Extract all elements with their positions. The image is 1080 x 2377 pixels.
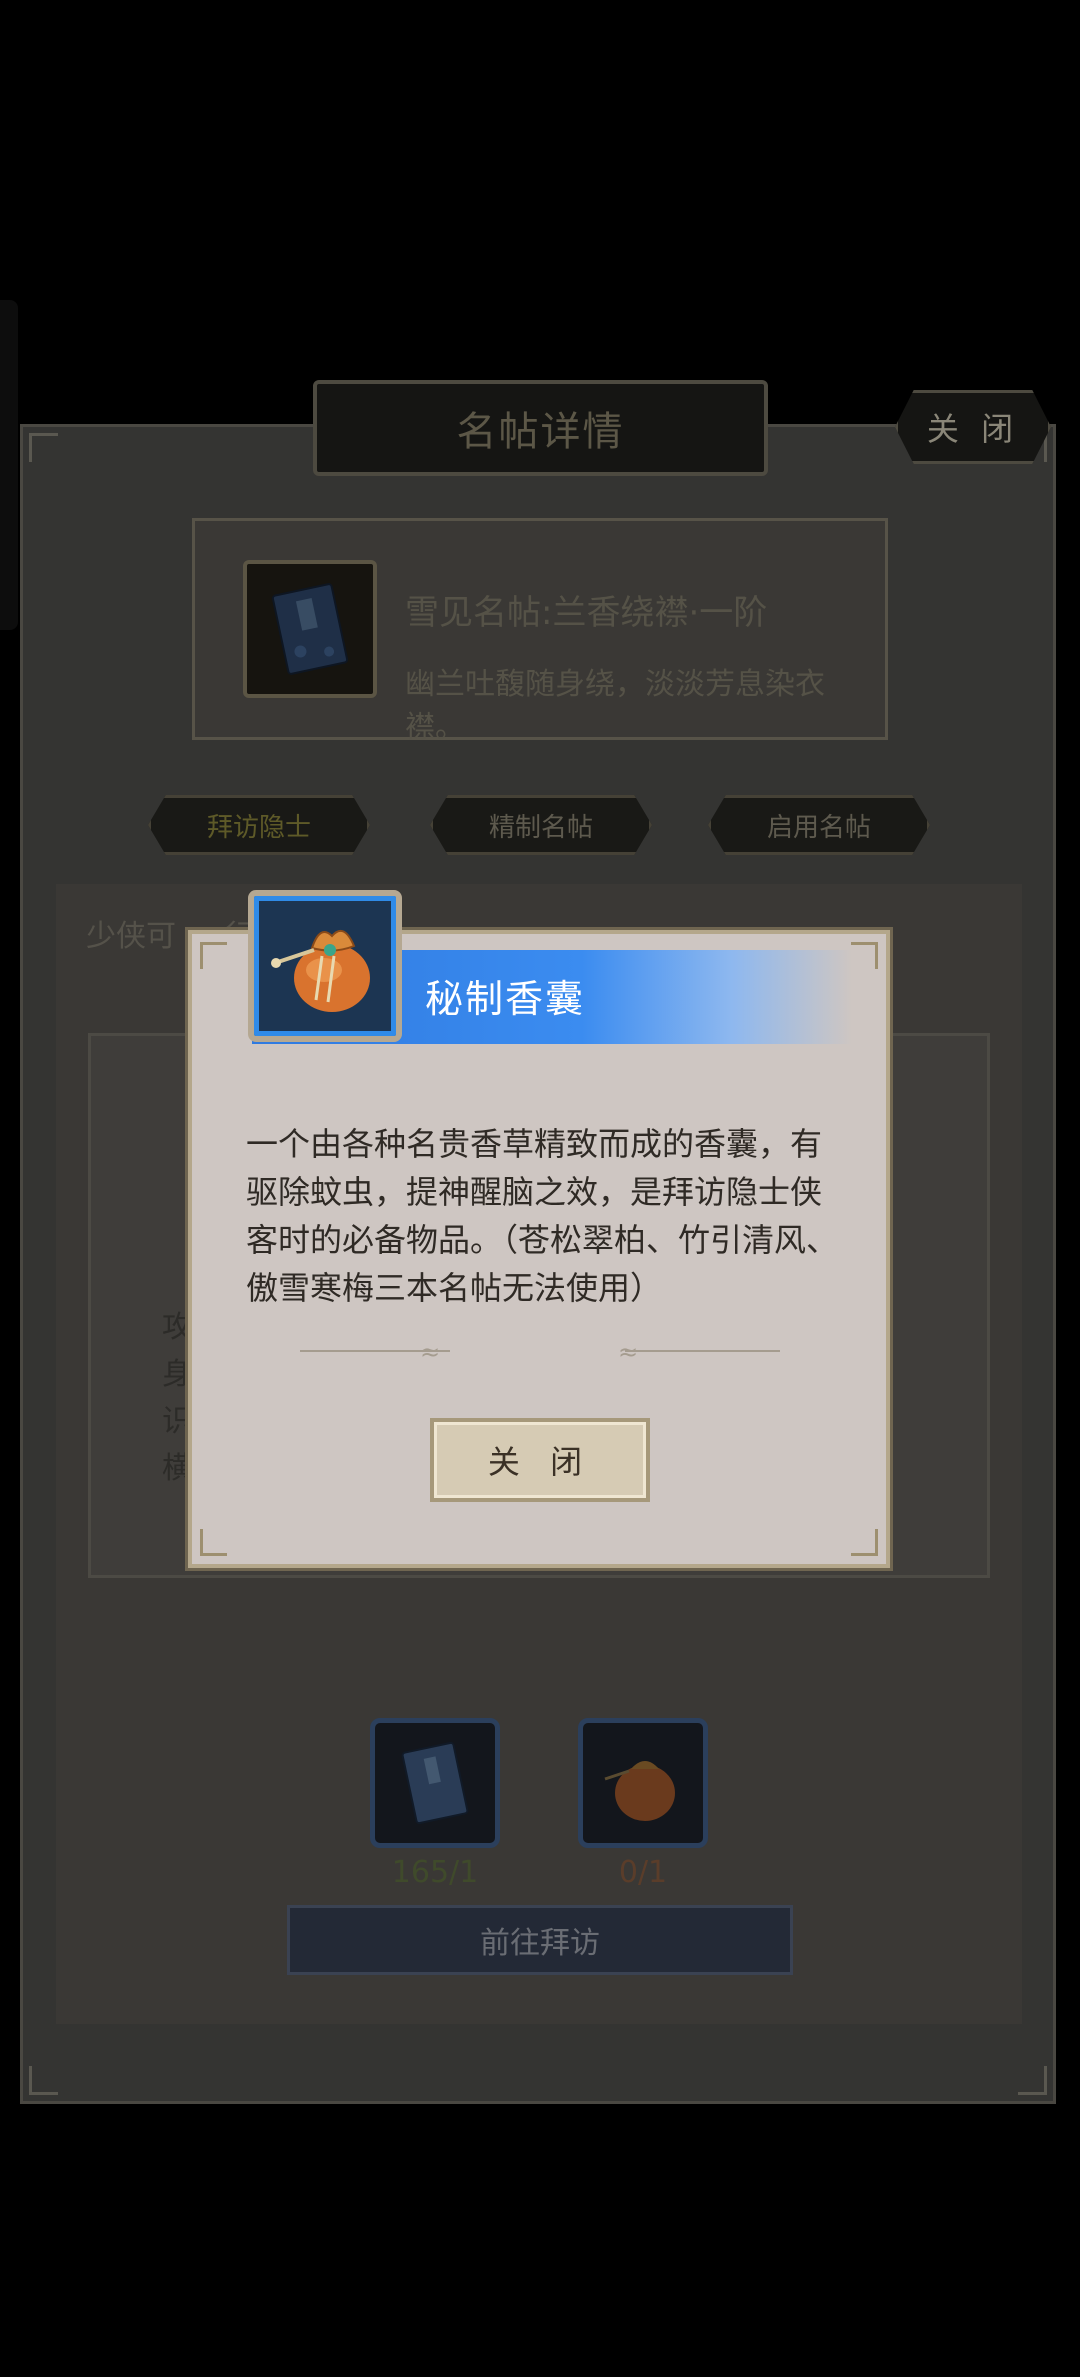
card-icon bbox=[243, 560, 377, 698]
popup-description: 一个由各种名贵香草精致而成的香囊，有驱除蚊虫，提神醒脑之效，是拜访隐士侠客时的必… bbox=[246, 1125, 839, 1307]
go-visit-button[interactable]: 前往拜访 bbox=[287, 1905, 793, 1975]
card-book-icon bbox=[271, 583, 349, 675]
sachet-icon bbox=[604, 1761, 675, 1821]
panel-close-button[interactable]: 关 闭 bbox=[895, 390, 1051, 464]
popup-title: 秘制香囊 bbox=[425, 977, 586, 1021]
divider-curl-left: ≈ bbox=[420, 1338, 441, 1366]
card-book-icon bbox=[401, 1741, 469, 1825]
tab-visit-hermit[interactable]: 拜访隐士 bbox=[148, 795, 370, 855]
required-item-card-slot[interactable] bbox=[370, 1718, 500, 1848]
tab-enable-card[interactable]: 启用名帖 bbox=[708, 795, 930, 855]
go-visit-label: 前往拜访 bbox=[480, 1926, 600, 1961]
popup-close-label: 关 闭 bbox=[487, 1443, 593, 1481]
sachet-icon bbox=[271, 929, 370, 1012]
card-description: 幽兰吐馥随身绕，淡淡芳息染衣襟。 bbox=[405, 620, 865, 749]
panel-close-label: 关 闭 bbox=[926, 410, 1020, 448]
panel-title-text: 名帖详情 bbox=[456, 409, 625, 455]
divider-right bbox=[625, 1350, 780, 1352]
card-description-text: 幽兰吐馥随身绕，淡淡芳息染衣襟。 bbox=[405, 667, 825, 745]
screen-edge bbox=[0, 300, 18, 630]
tab-refine-card-label: 精制名帖 bbox=[488, 812, 593, 843]
popup-close-button[interactable]: 关 闭 bbox=[430, 1418, 650, 1502]
panel-title: 名帖详情 bbox=[313, 380, 768, 476]
divider-curl-right: ≈ bbox=[618, 1338, 639, 1366]
sachet-item-count: 0/1 bbox=[618, 1855, 668, 1890]
tab-visit-hermit-label: 拜访隐士 bbox=[206, 812, 311, 843]
tab-refine-card[interactable]: 精制名帖 bbox=[430, 795, 652, 855]
card-item-count: 165/1 bbox=[391, 1855, 479, 1890]
sachet-item-icon bbox=[248, 890, 402, 1042]
required-item-sachet-slot[interactable] bbox=[578, 1718, 708, 1848]
tab-enable-card-label: 启用名帖 bbox=[766, 812, 871, 843]
